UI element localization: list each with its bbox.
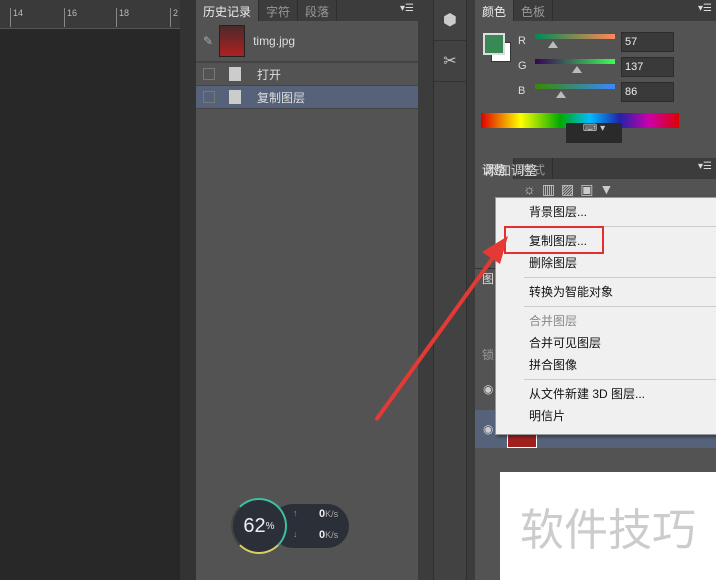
rate-unit: K/s [325,509,339,519]
rate-unit: K/s [325,530,339,540]
percent-unit: % [265,520,275,532]
network-widget: 62% ↑ 0K/s ↓ 0K/s [231,498,349,554]
foreground-color-swatch[interactable] [483,33,505,55]
percent-value: 62 [243,514,266,537]
upload-arrow-icon: ↑ [293,508,298,518]
watermark: 软件技巧 [500,472,716,580]
download-arrow-icon: ↓ [293,529,298,539]
